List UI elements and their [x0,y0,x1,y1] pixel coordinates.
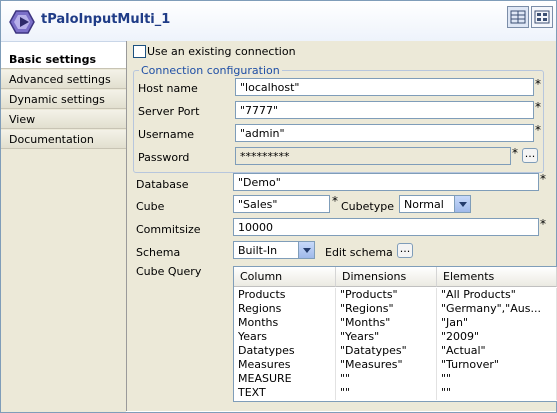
schema-value: Built-In [238,244,278,257]
chevron-down-icon[interactable] [298,242,314,258]
table-view-button[interactable] [507,6,529,28]
table-cell[interactable]: Datatypes [234,344,336,358]
database-required-mark: * [540,172,546,186]
palo-component-icon [9,10,35,34]
table-cell[interactable]: "" [437,386,557,400]
table-cell[interactable]: MEASURE [234,372,336,386]
password-required-mark: * [512,146,518,160]
table-cell[interactable]: "2009" [437,330,557,344]
tab-dynamic-settings[interactable]: Dynamic settings [1,90,126,109]
cube-query-label: Cube Query [136,265,202,278]
host-name-label: Host name [138,82,198,95]
basic-settings-form: Use an existing connection Connection co… [127,41,557,411]
cube-input[interactable]: "Sales" [233,195,330,213]
cubetype-select[interactable]: Normal [399,195,471,213]
column-header-column[interactable]: Column [234,267,336,287]
table-cell[interactable]: "Months" [336,316,437,330]
commitsize-required-mark: * [540,217,546,231]
cube-query-table[interactable]: Column Dimensions Elements Products "Pro… [233,266,557,402]
table-cell[interactable]: "" [336,386,437,400]
commitsize-label: Commitsize [136,223,201,236]
table-cell[interactable]: Regions [234,302,336,316]
schema-select[interactable]: Built-In [233,241,315,259]
table-cell[interactable]: "" [336,372,437,386]
tab-view[interactable]: View [1,110,126,129]
server-port-input[interactable]: "7777" [235,101,534,119]
chevron-down-icon[interactable] [454,196,470,212]
table-cell[interactable]: Measures [234,358,336,372]
host-required-mark: * [535,77,541,91]
server-port-label: Server Port [138,105,200,118]
database-label: Database [136,178,189,191]
table-cell[interactable]: "Regions" [336,302,437,316]
tab-documentation[interactable]: Documentation [1,130,126,149]
password-input[interactable]: ********* [235,147,511,165]
table-cell[interactable]: "Jan" [437,316,557,330]
port-required-mark: * [535,100,541,114]
form-view-button[interactable] [531,6,553,28]
table-cell[interactable]: "Datatypes" [336,344,437,358]
edit-schema-button[interactable]: ... [397,243,413,258]
username-input[interactable]: "admin" [235,124,534,142]
table-cell[interactable]: "Turnover" [437,358,557,372]
column-header-dimensions[interactable]: Dimensions [336,267,437,287]
cube-required-mark: * [332,194,338,208]
table-view-icon [510,10,526,24]
component-header: tPaloInputMulti_1 [1,1,556,42]
connection-configuration-title: Connection configuration [139,64,282,77]
table-cell[interactable]: Months [234,316,336,330]
database-input[interactable]: "Demo" [233,173,539,191]
tab-advanced-settings[interactable]: Advanced settings [1,70,126,89]
schema-label: Schema [136,246,181,259]
cubetype-value: Normal [404,198,444,211]
edit-schema-label: Edit schema [325,246,393,259]
password-label: Password [138,151,190,164]
host-name-input[interactable]: "localhost" [235,78,534,96]
tab-basic-settings[interactable]: Basic settings [1,50,126,69]
password-edit-button[interactable]: ... [522,148,538,163]
cubetype-label: Cubetype [341,200,394,213]
table-cell[interactable]: "Germany","Aus... [437,302,557,316]
table-cell[interactable]: "" [437,372,557,386]
cube-label: Cube [136,200,165,213]
table-cell[interactable]: Products [234,288,336,302]
form-view-icon [534,10,550,24]
table-cell[interactable]: "Measures" [336,358,437,372]
table-cell[interactable]: TEXT [234,386,336,400]
username-required-mark: * [535,123,541,137]
table-cell[interactable]: "Products" [336,288,437,302]
commitsize-input[interactable]: 10000 [233,218,539,236]
column-header-elements[interactable]: Elements [437,267,557,287]
table-cell[interactable]: "All Products" [437,288,557,302]
table-cell[interactable]: "Years" [336,330,437,344]
settings-tabs: Basic settings Advanced settings Dynamic… [1,50,126,412]
username-label: Username [138,128,195,141]
use-existing-connection-checkbox[interactable] [133,45,146,58]
component-title: tPaloInputMulti_1 [41,12,171,27]
table-cell[interactable]: "Actual" [437,344,557,358]
table-cell[interactable]: Years [234,330,336,344]
use-existing-connection-label: Use an existing connection [147,45,296,58]
